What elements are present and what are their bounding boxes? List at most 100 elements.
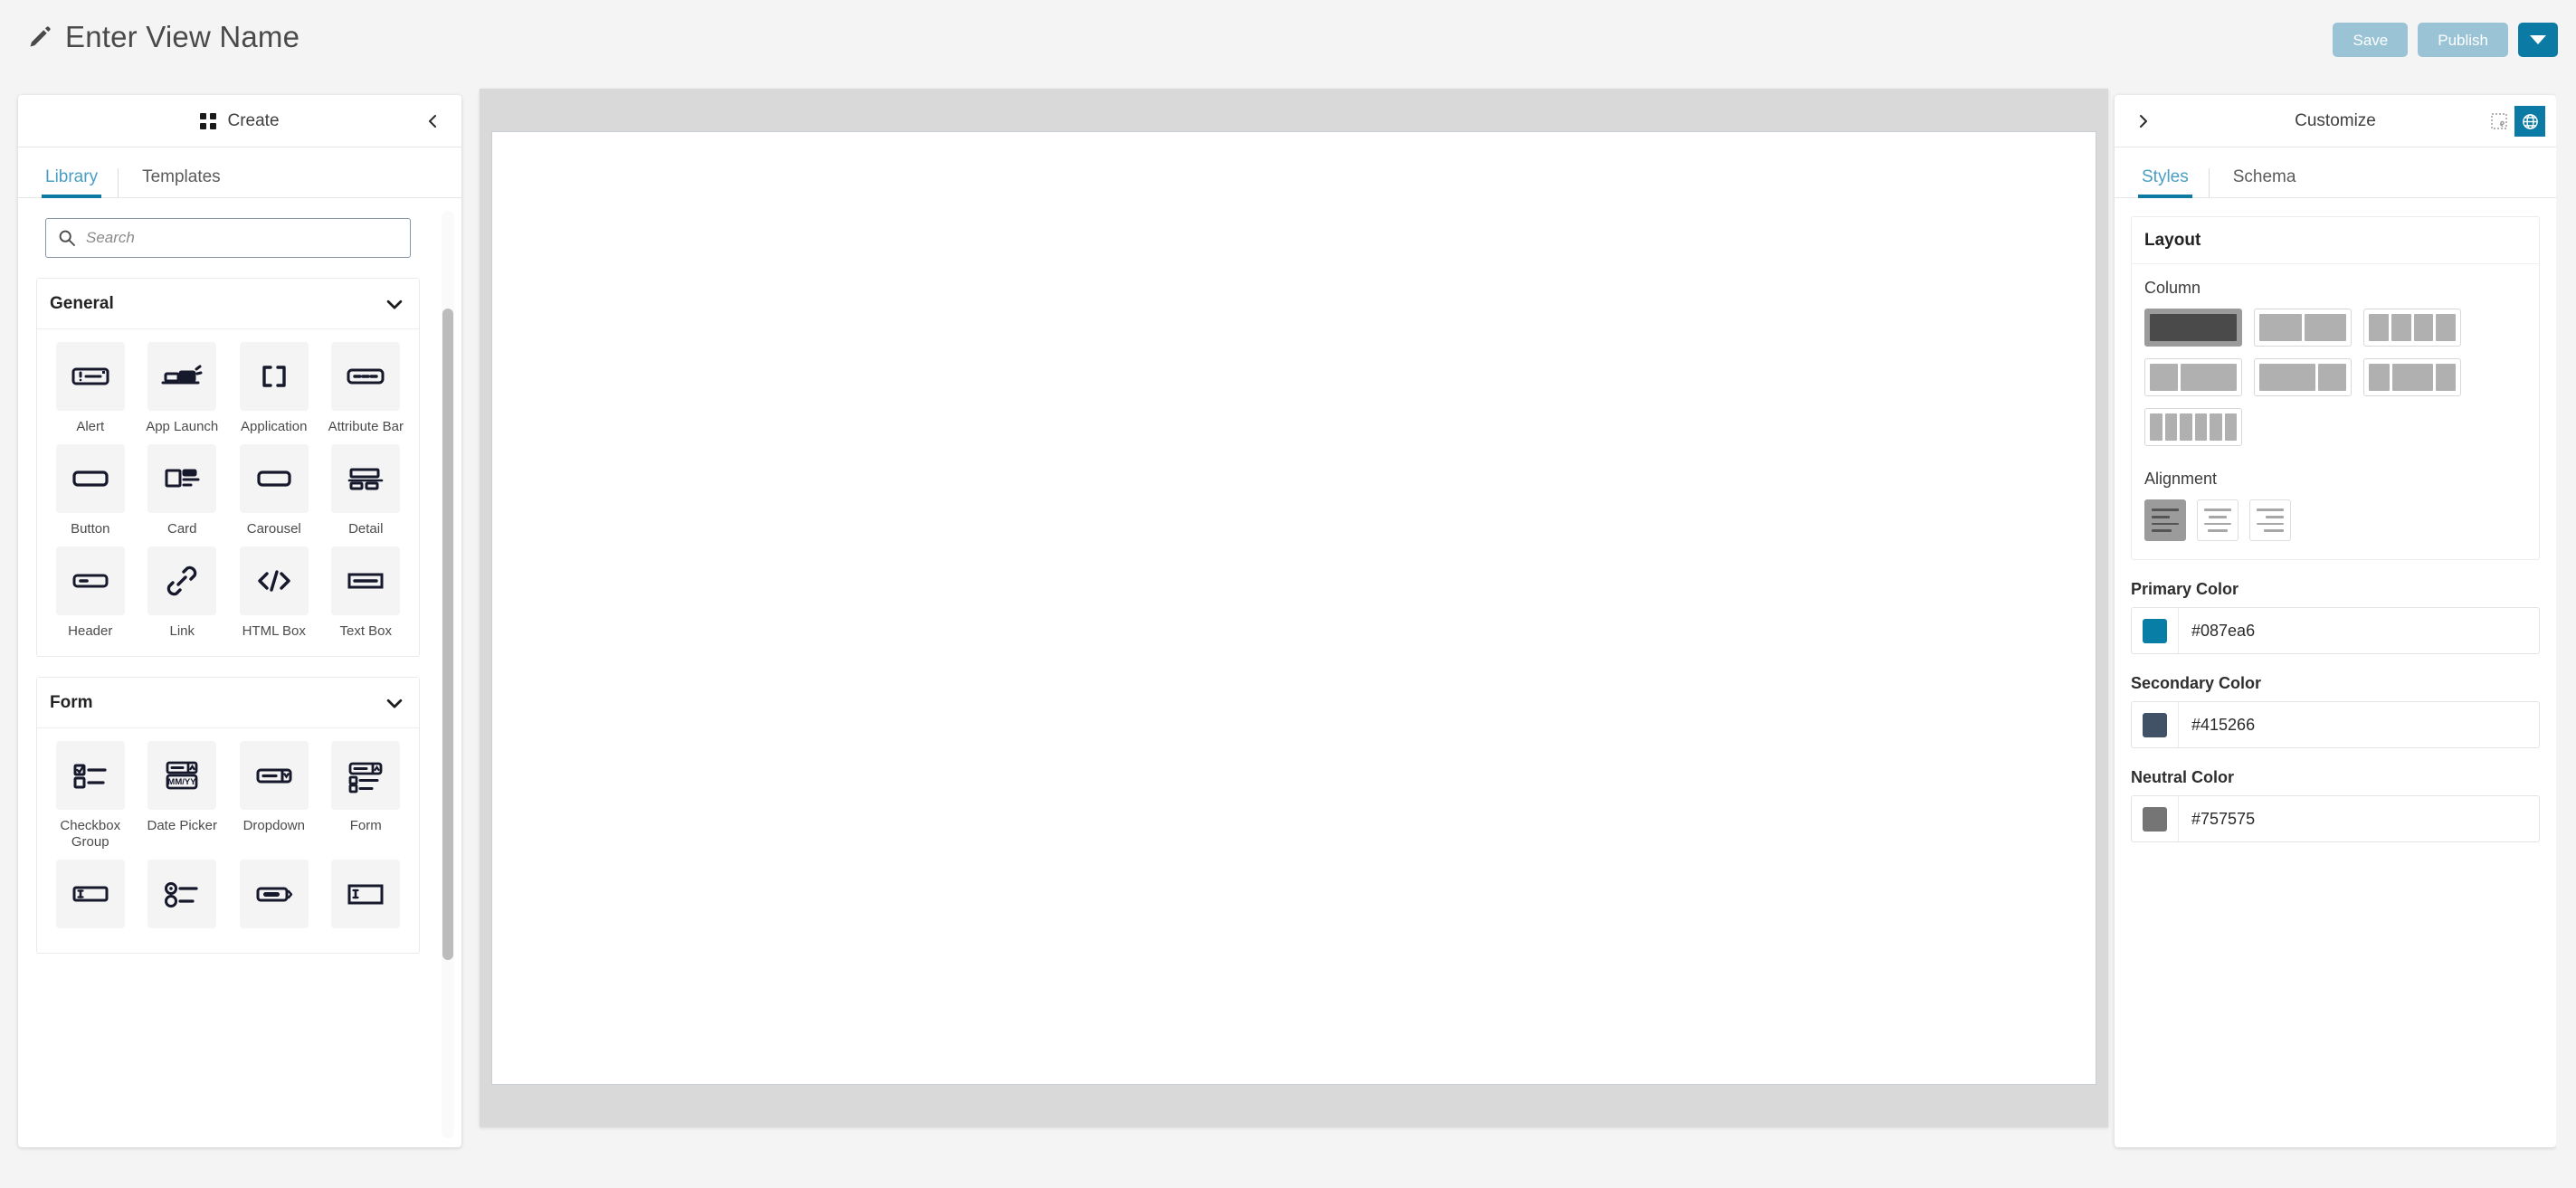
create-panel-title-group: Create <box>200 111 280 131</box>
component-app-launch[interactable]: App Launch <box>137 342 229 442</box>
alignment-option-align-center[interactable] <box>2197 499 2239 541</box>
component-slider[interactable] <box>228 860 320 944</box>
color-swatch <box>2143 618 2167 643</box>
customize-panel: Customize Styles Schema Layout Column Al… <box>2115 95 2556 1147</box>
page-title: Enter View Name <box>65 20 300 53</box>
secondary-color-group: Secondary Color <box>2131 674 2540 748</box>
app-launch-icon <box>147 342 217 411</box>
save-button[interactable]: Save <box>2333 23 2409 57</box>
alignment-option-align-right[interactable] <box>2249 499 2291 541</box>
component-detail[interactable]: Detail <box>320 444 413 545</box>
create-panel-header: Create <box>18 95 461 147</box>
customize-panel-label: Customize <box>2295 110 2376 130</box>
component-label: HTML Box <box>242 623 306 639</box>
component-radio-group[interactable] <box>137 860 229 944</box>
component-text-area[interactable] <box>320 860 413 944</box>
primary-color-field[interactable] <box>2131 607 2540 654</box>
expand-customize-panel-button[interactable] <box>2127 106 2158 137</box>
column-option-two-thirds-one-third[interactable] <box>2254 358 2352 396</box>
section-general-grid: Alert App Launch Application Attribute B… <box>37 329 419 656</box>
tab-library[interactable]: Library <box>42 168 118 198</box>
publish-button[interactable]: Publish <box>2418 23 2508 57</box>
publish-options-dropdown-button[interactable] <box>2518 23 2558 57</box>
component-label: Card <box>166 521 197 537</box>
section-general-header[interactable]: General <box>37 279 419 329</box>
collapse-create-panel-button[interactable] <box>418 106 449 137</box>
artboard-toggle-button[interactable] <box>2484 106 2514 137</box>
search-box[interactable] <box>45 218 411 258</box>
component-checkbox-group[interactable]: Checkbox Group <box>44 741 137 858</box>
column-option-2-column[interactable] <box>2254 309 2352 347</box>
section-form-grid: Checkbox Group MM/YY Date Picker Dropdow… <box>37 728 419 953</box>
component-link[interactable]: Link <box>137 546 229 647</box>
column-option-one-third-two-thirds[interactable] <box>2144 358 2242 396</box>
button-icon <box>55 444 125 513</box>
column-option-6-column[interactable] <box>2144 408 2242 446</box>
customize-panel-body: Layout Column Alignment Primary Color #0… <box>2115 198 2556 1147</box>
neutral-color-swatch-cell[interactable] <box>2132 796 2179 841</box>
primary-color-input[interactable] <box>2179 608 2539 653</box>
top-bar-actions: Save Publish <box>2333 23 2558 57</box>
alignment-label: Alignment <box>2144 470 2218 488</box>
tab-templates[interactable]: Templates <box>118 168 241 197</box>
primary-color-label: Primary Color <box>2131 580 2239 598</box>
design-canvas[interactable] <box>491 131 2096 1085</box>
section-form-title: Form <box>50 692 93 712</box>
svg-text:MM/YY: MM/YY <box>168 777 197 787</box>
component-form[interactable]: Form <box>320 741 413 858</box>
component-label: Link <box>169 623 195 639</box>
chevron-down-icon <box>386 299 403 309</box>
component-label: Attribute Bar <box>328 419 404 434</box>
chevron-left-icon <box>429 115 436 128</box>
component-label: Application <box>241 419 308 434</box>
secondary-color-field[interactable] <box>2131 701 2540 748</box>
primary-color-group: Primary Color <box>2131 580 2540 654</box>
header-icon <box>55 546 125 615</box>
search-input[interactable] <box>86 219 410 257</box>
component-card[interactable]: Card <box>137 444 229 545</box>
component-list-scrollbar[interactable] <box>442 211 454 1138</box>
component-html-box[interactable]: HTML Box <box>228 546 320 647</box>
component-attribute-bar[interactable]: Attribute Bar <box>320 342 413 442</box>
component-input-field[interactable] <box>44 860 137 944</box>
color-swatch <box>2143 712 2167 737</box>
component-dropdown[interactable]: Dropdown <box>228 741 320 858</box>
globe-toggle-button[interactable] <box>2514 106 2545 137</box>
component-application[interactable]: Application <box>228 342 320 442</box>
search-icon <box>59 230 75 246</box>
alignment-option-align-left[interactable] <box>2144 499 2186 541</box>
neutral-color-group: Neutral Color <box>2131 768 2540 842</box>
primary-color-swatch-cell[interactable] <box>2132 608 2179 653</box>
chevron-down-icon <box>386 699 403 708</box>
dropdown-icon <box>239 741 309 810</box>
neutral-color-field[interactable] <box>2131 795 2540 842</box>
search-row <box>18 198 438 258</box>
scrollbar-thumb[interactable] <box>442 309 453 960</box>
grid-icon <box>200 112 217 129</box>
tab-schema[interactable]: Schema <box>2208 168 2316 197</box>
component-date-picker[interactable]: MM/YY Date Picker <box>137 741 229 858</box>
layout-section-header: Layout <box>2132 217 2539 264</box>
component-alert[interactable]: Alert <box>44 342 137 442</box>
component-label: Button <box>71 521 110 537</box>
input-field-icon <box>55 860 125 928</box>
column-option-three-column-wide-center[interactable] <box>2363 358 2461 396</box>
preview-mode-toggle-group <box>2484 106 2545 137</box>
create-panel-tabs: Library Templates <box>18 147 461 198</box>
code-icon <box>239 546 309 615</box>
column-option-4-column[interactable] <box>2363 309 2461 347</box>
component-text-box[interactable]: Text Box <box>320 546 413 647</box>
radio-group-icon <box>147 860 217 928</box>
carousel-icon <box>239 444 309 513</box>
column-option-1-column[interactable] <box>2144 309 2242 347</box>
customize-panel-tabs: Styles Schema <box>2115 147 2556 198</box>
section-form-header[interactable]: Form <box>37 678 419 728</box>
neutral-color-input[interactable] <box>2179 796 2539 841</box>
secondary-color-input[interactable] <box>2179 702 2539 747</box>
component-header[interactable]: Header <box>44 546 137 647</box>
component-carousel[interactable]: Carousel <box>228 444 320 545</box>
component-button[interactable]: Button <box>44 444 137 545</box>
tab-styles[interactable]: Styles <box>2138 168 2209 198</box>
view-title-group[interactable]: Enter View Name <box>27 20 299 54</box>
secondary-color-swatch-cell[interactable] <box>2132 702 2179 747</box>
